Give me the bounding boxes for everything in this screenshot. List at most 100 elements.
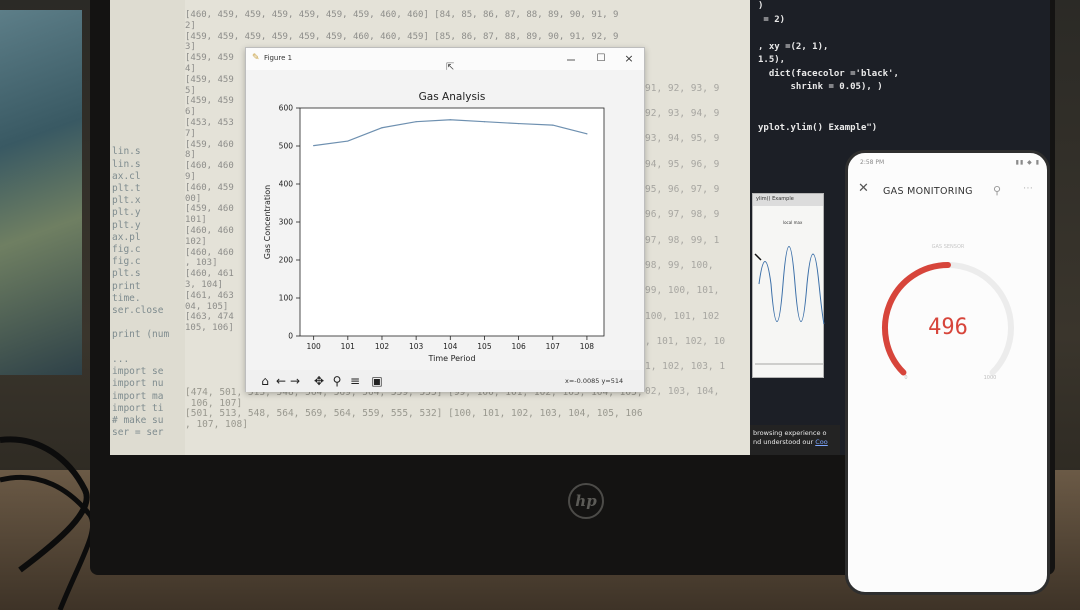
status-time: 2:58 PM: [860, 159, 885, 166]
code-line: plt.s: [112, 268, 141, 280]
code-line: plt.t: [112, 183, 141, 195]
figure-toolbar: ⌂ ← → ✥ ⚲ ≡ ▣ x=-0.0085 y=514: [246, 370, 644, 392]
y-tick-label: 600: [279, 104, 294, 113]
code-line: 1.5),: [758, 55, 786, 65]
code-line: import ma: [112, 390, 164, 402]
y-tick-label: 400: [279, 180, 294, 189]
search-icon[interactable]: ⚲: [993, 184, 1001, 197]
gas-gauge: GAS SENSOR 496 0 1000: [882, 244, 1014, 381]
x-tick-label: 108: [580, 342, 595, 351]
cookie-banner: browsing experience o nd understood our …: [750, 425, 840, 455]
code-line: 93, 94, 95, 9: [645, 133, 720, 145]
code-line: import ti: [112, 402, 164, 414]
code-line: fig.c: [112, 244, 141, 256]
close-button[interactable]: ×: [620, 50, 638, 68]
x-axis-label: Time Period: [427, 354, 475, 363]
x-tick-label: 106: [511, 342, 526, 351]
code-line: dict(facecolor ='black',: [758, 68, 899, 79]
cookie-text-line2: nd understood our Coo: [753, 438, 828, 446]
code-line: time.: [112, 292, 141, 304]
x-tick-label: 100: [306, 342, 321, 351]
home-icon[interactable]: ⌂: [258, 373, 272, 389]
y-axis-label: Gas Concentration: [263, 185, 272, 259]
code-line: 100, 101, 102: [645, 310, 720, 322]
example-plot-window[interactable]: ylim() Example local max: [752, 193, 825, 378]
x-tick-label: 107: [546, 342, 561, 351]
code-line: import se: [112, 366, 164, 378]
code-line: 95, 96, 97, 9: [645, 184, 720, 196]
x-tick-label: 105: [477, 342, 492, 351]
data-point: [415, 121, 417, 123]
zoom-icon[interactable]: ⚲: [330, 373, 344, 389]
hp-logo: hp: [568, 483, 604, 519]
save-icon[interactable]: ▣: [370, 373, 384, 389]
data-point: [347, 140, 349, 142]
example-plot-title: ylim() Example: [753, 194, 823, 206]
y-tick-label: 200: [279, 256, 294, 265]
data-point: [313, 145, 315, 147]
cookie-text-line1: browsing experience o: [753, 429, 827, 437]
gas-analysis-chart: Gas Analysis 0 100 200 300 400 500 600 100 101 102…: [263, 91, 605, 363]
y-tick-label: 300: [279, 218, 294, 227]
code-line: lin.s: [112, 158, 141, 170]
code-line: , xy =(2, 1),: [758, 41, 829, 52]
close-icon[interactable]: ✕: [858, 181, 869, 196]
console-output-right: 91, 92, 93, 9 92, 93, 94, 9 93, 94, 95, 9 9…: [645, 0, 725, 405]
code-line: 02, 103, 104,: [645, 386, 720, 398]
gauge-label: GAS SENSOR: [932, 244, 965, 250]
code-line: lin.s: [112, 146, 141, 158]
forward-arrow-icon[interactable]: →: [288, 373, 302, 389]
back-arrow-icon[interactable]: ←: [274, 373, 288, 389]
figure-titlebar[interactable]: ✎ Figure 1 ⇱ ☐ ×: [246, 48, 644, 73]
app-title: GAS MONITORING: [883, 186, 973, 197]
status-icons: ▮▮ ◆ ▮: [1015, 159, 1040, 166]
y-tick-label: 0: [288, 332, 293, 341]
code-line: ax.cl: [112, 170, 141, 182]
maximize-button[interactable]: ☐: [592, 51, 610, 67]
data-point: [381, 127, 383, 129]
code-line: 1, 102, 103, 1: [645, 361, 726, 373]
gauge-max-label: 1000: [984, 375, 997, 381]
code-line: , 107, 108]: [185, 419, 248, 431]
code-line: [459, 459, 459, 459, 459, 459, 460, 460,…: [185, 31, 619, 42]
minimize-button[interactable]: [562, 50, 580, 68]
matplotlib-figure-window[interactable]: ✎ Figure 1 ⇱ ☐ × Gas Analysis 0 100 200 300 4…: [245, 47, 645, 392]
code-line: 99, 100, 101,: [645, 285, 720, 297]
plot-area: [299, 107, 605, 337]
code-line: ): [758, 1, 764, 11]
configure-icon[interactable]: ≡: [348, 373, 362, 389]
code-line: 94, 95, 96, 9: [645, 158, 720, 170]
code-line: print (num: [112, 329, 170, 341]
console-output-bottom: [474, 501, 513, 548, 564, 569, 564, 559,…: [185, 387, 643, 431]
data-point: [518, 122, 520, 125]
overflow-menu-icon[interactable]: ⋯: [1023, 183, 1033, 194]
code-lines-right: ) = 2) , xy =(2, 1), 1.5), dict(facecolor…: [758, 0, 899, 135]
coordinate-readout: x=-0.0085 y=514: [565, 377, 624, 385]
code-line: [460, 459, 459, 459, 459, 459, 459, 460,…: [185, 10, 619, 20]
gauge-min-label: 0: [904, 375, 907, 381]
code-line: shrink = 0.05), ): [758, 82, 883, 92]
code-line: [501, 513, 548, 564, 569, 564, 559, 555,…: [185, 408, 643, 420]
cookie-policy-link[interactable]: Coo: [815, 438, 828, 446]
pan-icon[interactable]: ✥: [312, 373, 326, 389]
gauge-value: 496: [928, 315, 968, 340]
data-point: [449, 119, 451, 121]
code-line: print: [112, 280, 141, 292]
x-tick-label: 103: [409, 342, 424, 351]
code-line: ax.pl: [112, 231, 141, 243]
matplotlib-logo-icon: ✎: [252, 53, 260, 63]
code-line: , 101, 102, 10: [645, 335, 726, 347]
